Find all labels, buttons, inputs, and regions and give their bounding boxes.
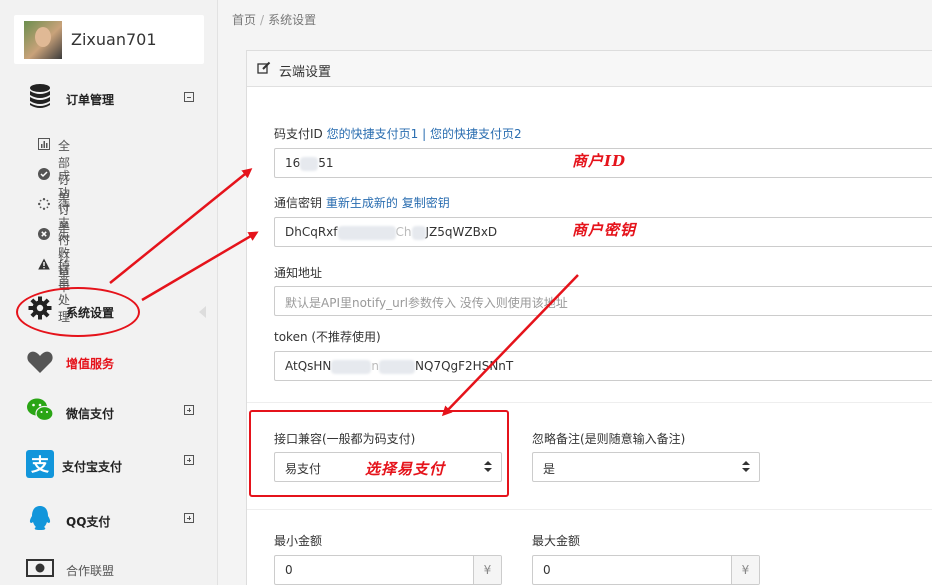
menu-label: 支付宝支付 xyxy=(62,460,123,474)
token-value-mid: n xyxy=(371,359,380,373)
expand-icon[interactable] xyxy=(184,455,194,465)
divider xyxy=(247,402,932,403)
merchant-id-value-start: 16 xyxy=(285,156,301,170)
copy-secret-link[interactable]: 复制密钥 xyxy=(402,196,450,210)
username: Zixuan701 xyxy=(71,30,157,49)
menu-qq-pay[interactable]: QQ支付 xyxy=(0,500,218,540)
regenerate-secret-link[interactable]: 重新生成新的 xyxy=(326,196,398,210)
highlight-ellipse-settings xyxy=(16,287,140,337)
max-amount-value: 0 xyxy=(543,563,551,577)
menu-label: 增值服务 xyxy=(66,357,115,371)
spinner-icon xyxy=(38,198,50,210)
expand-icon[interactable] xyxy=(184,513,194,523)
notify-url-input[interactable]: 默认是API里notify_url参数传入 没传入则使用该地址 xyxy=(274,286,932,316)
quick-pay-page-2-link[interactable]: 您的快捷支付页2 xyxy=(430,127,522,141)
quick-pay-page-1-link[interactable]: 您的快捷支付页1 xyxy=(327,127,419,141)
breadcrumb-home[interactable]: 首页 xyxy=(232,13,256,27)
x-circle-icon xyxy=(38,228,50,240)
redaction-blur xyxy=(337,225,396,240)
menu-alliance[interactable]: 合作联盟 xyxy=(0,552,218,585)
cloud-settings-panel: 云端设置 码支付ID 您的快捷支付页1 | 您的快捷支付页2 16 51 通信密钥… xyxy=(246,50,932,585)
menu-value-added[interactable]: 增值服务 xyxy=(0,342,218,382)
panel-title: 云端设置 xyxy=(279,65,332,80)
select-arrow-icon xyxy=(742,461,750,473)
token-value-end: NQ7QgF2HSNnT xyxy=(415,359,514,373)
edit-icon xyxy=(257,61,271,74)
secret-label-row: 通信密钥 重新生成新的 复制密钥 xyxy=(274,194,450,211)
ignore-note-label: 忽略备注(是则随意输入备注) xyxy=(532,432,686,446)
menu-label: QQ支付 xyxy=(66,515,111,529)
avatar xyxy=(24,21,62,59)
secret-value-end: JZ5qWZBxD xyxy=(425,225,498,239)
menu-label: 订单管理 xyxy=(66,93,115,107)
currency-addon: ¥ xyxy=(473,556,501,584)
svg-text:支: 支 xyxy=(30,454,50,476)
secret-value-start: DhCqRxf xyxy=(285,225,338,239)
expand-icon[interactable] xyxy=(184,405,194,415)
notify-url-label: 通知地址 xyxy=(274,266,323,280)
bar-chart-icon xyxy=(38,138,50,150)
merchant-id-value-end: 51 xyxy=(318,156,334,170)
max-amount-input[interactable]: 0 ¥ xyxy=(532,555,760,585)
divider xyxy=(247,509,932,510)
money-icon xyxy=(26,559,54,577)
annotation-secret: 商户密钥 xyxy=(572,221,637,239)
panel-header: 云端设置 xyxy=(247,51,932,87)
menu-label: 合作联盟 xyxy=(66,564,115,578)
redaction-blur xyxy=(331,359,372,374)
merchant-id-label: 码支付ID xyxy=(274,127,323,141)
breadcrumb-current: 系统设置 xyxy=(268,13,317,27)
link-separator: | xyxy=(422,127,427,141)
secret-value-mid: Ch xyxy=(395,225,412,239)
annotation-merchant-id: 商户ID xyxy=(572,152,627,170)
ignore-note-select-value: 是 xyxy=(543,462,556,476)
min-amount-label: 最小金额 xyxy=(274,534,323,548)
currency-addon: ¥ xyxy=(731,556,759,584)
sidebar-collapse-arrow[interactable] xyxy=(199,306,206,318)
token-value-start: AtQsHN xyxy=(285,359,332,373)
collapse-icon[interactable] xyxy=(184,92,194,102)
token-label: token (不推荐使用) xyxy=(274,330,381,344)
secret-label: 通信密钥 xyxy=(274,196,323,210)
redaction-blur xyxy=(379,359,416,374)
annotation-select-pay: 选择易支付 xyxy=(365,460,446,478)
menu-alipay[interactable]: 支 支付宝支付 xyxy=(0,444,218,484)
alipay-icon: 支 xyxy=(26,450,54,478)
breadcrumb: 首页 / 系统设置 xyxy=(232,11,316,28)
redaction-blur xyxy=(411,225,426,240)
menu-wechat-pay[interactable]: 微信支付 xyxy=(0,392,218,432)
warning-icon xyxy=(38,258,50,270)
check-circle-icon xyxy=(38,168,50,180)
menu-order-management[interactable]: 订单管理 xyxy=(0,78,218,118)
breadcrumb-separator: / xyxy=(260,13,265,27)
wechat-icon xyxy=(27,398,54,422)
redaction-blur xyxy=(300,156,319,171)
qq-icon xyxy=(29,506,51,530)
merchant-id-label-row: 码支付ID 您的快捷支付页1 | 您的快捷支付页2 xyxy=(274,125,522,142)
min-amount-input[interactable]: 0 ¥ xyxy=(274,555,502,585)
token-input[interactable]: AtQsHN n NQ7QgF2HSNnT xyxy=(274,351,932,381)
max-amount-label: 最大金额 xyxy=(532,534,581,548)
menu-label: 微信支付 xyxy=(66,407,115,421)
min-amount-value: 0 xyxy=(285,563,293,577)
highlight-box-compat xyxy=(249,410,509,497)
user-card[interactable]: Zixuan701 xyxy=(14,15,204,64)
database-icon xyxy=(30,84,50,108)
heart-icon xyxy=(27,351,53,373)
ignore-note-select[interactable]: 是 xyxy=(532,452,760,482)
